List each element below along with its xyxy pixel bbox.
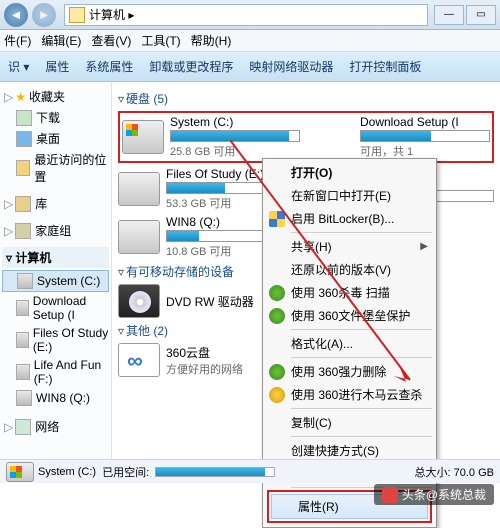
360-green-icon — [269, 308, 285, 324]
nav-forward-button[interactable]: ► — [32, 3, 56, 27]
drive-icon — [16, 332, 29, 348]
drive-download-label: Download Setup (I — [360, 115, 459, 129]
network-icon — [15, 419, 31, 435]
drive-c-label: System (C:) — [170, 115, 300, 129]
ctx-share[interactable]: 共享(H)▶ — [265, 235, 434, 258]
ctx-separator — [291, 357, 432, 358]
menu-view[interactable]: 查看(V) — [91, 32, 131, 49]
drive-c-subtext: 25.8 GB 可用 — [170, 143, 300, 159]
ctx-open-new-window[interactable]: 在新窗口中打开(E) — [265, 184, 434, 207]
ctx-copy[interactable]: 复制(C) — [265, 411, 434, 434]
drive-q-icon — [118, 220, 160, 254]
sidebar-computer-header[interactable]: ▿ 计算机 — [2, 247, 109, 268]
sidebar-homegroup[interactable]: ▷家庭组 — [2, 220, 109, 241]
sidebar-item-desktop[interactable]: 桌面 — [2, 128, 109, 149]
library-icon — [15, 196, 31, 212]
explorer-toolbar: 识 ▾ 属性 系统属性 卸载或更改程序 映射网络驱动器 打开控制面板 — [0, 52, 500, 82]
drive-c-capacity-bar — [170, 130, 300, 142]
status-capacity-bar — [155, 467, 275, 477]
ctx-separator — [291, 232, 432, 233]
ctx-separator — [291, 329, 432, 330]
sidebar-item-downloads[interactable]: 下载 — [2, 107, 109, 128]
nav-sidebar: ▷★收藏夹 下载 桌面 最近访问的位置 ▷库 ▷家庭组 ▿ 计算机 System… — [0, 82, 112, 482]
ctx-360-vault[interactable]: 使用 360文件堡垒保护 — [265, 304, 434, 327]
toolbar-control-panel[interactable]: 打开控制面板 — [349, 58, 421, 75]
status-total: 总大小: 70.0 GB — [415, 464, 494, 480]
ctx-360-forcedelete[interactable]: 使用 360强力删除 — [265, 360, 434, 383]
drive-download-subtext: 可用，共 1 — [360, 143, 413, 159]
toolbar-organize[interactable]: 识 ▾ — [8, 58, 29, 75]
window-titlebar: ◄ ► 计算机 ▸ — ▭ — [0, 0, 500, 30]
sidebar-favorites[interactable]: ▷★收藏夹 — [2, 86, 109, 107]
sidebar-drive-life[interactable]: Life And Fun (F:) — [2, 356, 109, 388]
toolbar-map-netdrive[interactable]: 映射网络驱动器 — [249, 58, 333, 75]
section-hdd[interactable]: ▿硬盘 (5) — [118, 90, 494, 107]
360-green-icon — [269, 364, 285, 380]
ctx-format[interactable]: 格式化(A)... — [265, 332, 434, 355]
desktop-icon — [16, 131, 32, 147]
dvd-icon — [118, 284, 160, 318]
sidebar-network[interactable]: ▷网络 — [2, 416, 109, 437]
drive-c-icon — [122, 120, 164, 154]
minimize-button[interactable]: — — [434, 5, 464, 25]
ctx-open[interactable]: 打开(O) — [265, 161, 434, 184]
download-icon — [16, 110, 32, 126]
watermark: 头条@系统总裁 — [374, 484, 494, 505]
status-drive-icon — [6, 462, 34, 482]
ctx-restore-versions[interactable]: 还原以前的版本(V) — [265, 258, 434, 281]
menu-file[interactable]: 件(F) — [4, 32, 31, 49]
drive-icon — [16, 390, 32, 406]
menu-edit[interactable]: 编辑(E) — [41, 32, 81, 49]
ctx-360-scan[interactable]: 使用 360杀毒 扫描 — [265, 281, 434, 304]
address-breadcrumb[interactable]: 计算机 ▸ — [64, 4, 428, 26]
drive-icon — [17, 273, 33, 289]
shield-icon — [269, 211, 285, 227]
nav-back-button[interactable]: ◄ — [4, 3, 28, 27]
ctx-separator — [291, 436, 432, 437]
sidebar-drive-win8[interactable]: WIN8 (Q:) — [2, 388, 109, 408]
sidebar-libraries[interactable]: ▷库 — [2, 193, 109, 214]
computer-icon — [69, 7, 85, 23]
ctx-separator — [291, 408, 432, 409]
breadcrumb-text: 计算机 ▸ — [89, 6, 134, 23]
recent-icon — [16, 160, 30, 176]
360-green-icon — [269, 285, 285, 301]
menu-bar: 件(F) 编辑(E) 查看(V) 工具(T) 帮助(H) — [0, 30, 500, 52]
toolbar-system-properties[interactable]: 系统属性 — [85, 58, 133, 75]
sidebar-drive-download[interactable]: Download Setup (I — [2, 292, 109, 324]
maximize-button[interactable]: ▭ — [466, 5, 496, 25]
status-bar: System (C:) 已用空间: 总大小: 70.0 GB — [0, 459, 500, 483]
drive-icon — [16, 300, 29, 316]
drive-c-row[interactable]: System (C:) 25.8 GB 可用 Download Setup (I… — [118, 111, 494, 163]
status-drive-label: System (C:) — [38, 466, 96, 478]
ctx-360-trojan[interactable]: 使用 360进行木马云查杀 — [265, 383, 434, 406]
360-yellow-icon — [269, 387, 285, 403]
ctx-bitlocker[interactable]: 启用 BitLocker(B)... — [265, 207, 434, 230]
cloud-icon — [118, 343, 160, 377]
sidebar-drive-c[interactable]: System (C:) — [2, 270, 109, 292]
homegroup-icon — [15, 223, 31, 239]
toolbar-uninstall[interactable]: 卸载或更改程序 — [149, 58, 233, 75]
drive-download-capacity-bar — [360, 130, 490, 142]
sidebar-item-recent[interactable]: 最近访问的位置 — [2, 149, 109, 187]
drive-icon — [16, 364, 30, 380]
sidebar-drive-files[interactable]: Files Of Study (E:) — [2, 324, 109, 356]
menu-tools[interactable]: 工具(T) — [141, 32, 180, 49]
drive-e-icon — [118, 172, 160, 206]
menu-help[interactable]: 帮助(H) — [191, 32, 232, 49]
toolbar-properties[interactable]: 属性 — [45, 58, 69, 75]
status-used-label: 已用空间: — [102, 464, 149, 480]
